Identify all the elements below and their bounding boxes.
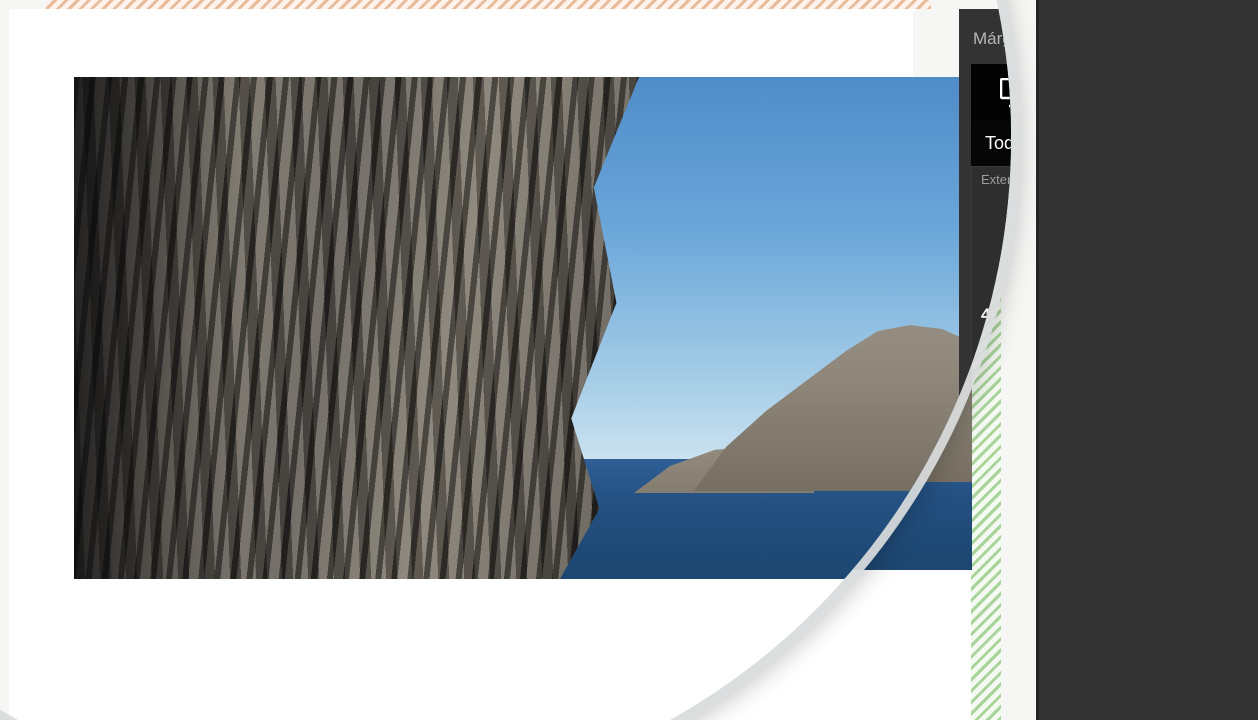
panel-edge — [1036, 0, 1039, 720]
lens-tint — [0, 0, 1011, 720]
magnifier-lens[interactable]: Márgenes — [0, 0, 1020, 720]
editor-panel: Color de fondo #ffffff Alineación de Tex… — [1036, 0, 1258, 720]
